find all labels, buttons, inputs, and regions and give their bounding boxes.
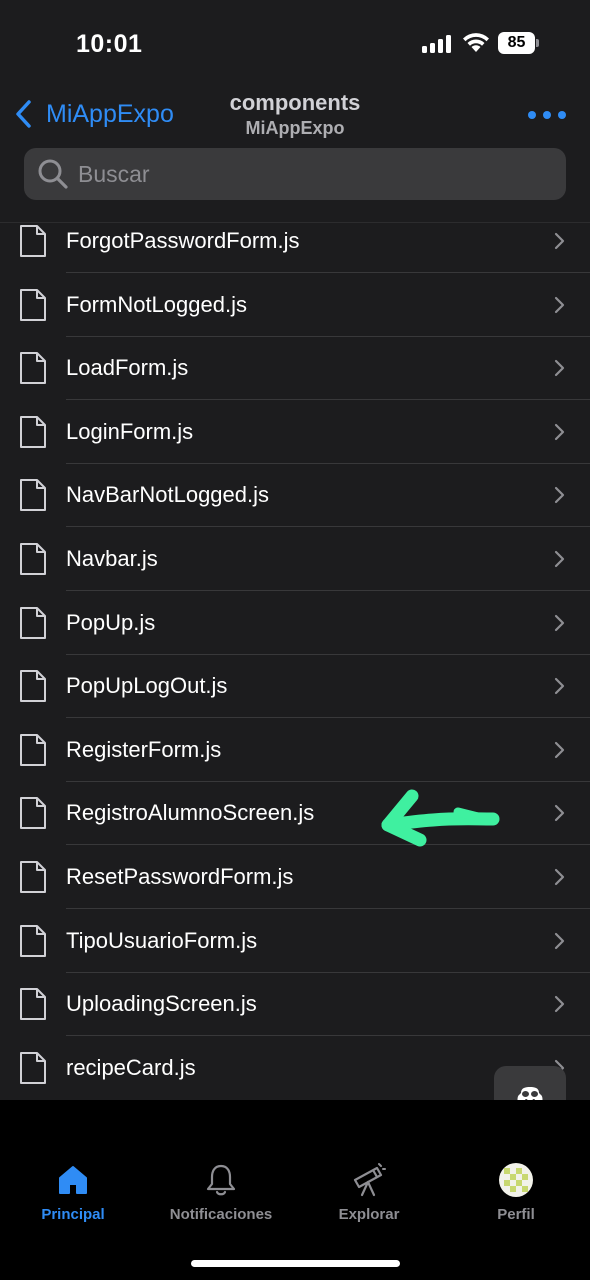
search-input[interactable]: [70, 148, 566, 200]
file-row[interactable]: TipoUsuarioForm.js: [0, 909, 590, 973]
home-icon: [59, 1166, 87, 1194]
file-name: Navbar.js: [66, 546, 158, 571]
file-row[interactable]: LoadForm.js: [0, 336, 590, 401]
cellular-signal-icon: [422, 35, 452, 53]
file-row[interactable]: UploadingScreen.js: [0, 972, 590, 1037]
status-bar: 10:01 85: [0, 0, 590, 88]
file-icon: [20, 606, 46, 639]
file-icon: [20, 924, 46, 957]
file-icon: [20, 797, 46, 830]
file-icon: [20, 352, 46, 385]
file-icon: [20, 1051, 46, 1084]
file-row[interactable]: PopUpLogOut.js: [0, 654, 590, 719]
avatar-icon: [499, 1163, 533, 1197]
tab-label: Explorar: [338, 1206, 400, 1223]
status-time: 10:01: [76, 30, 143, 58]
file-name: FormNotLogged.js: [66, 291, 247, 317]
chevron-right-icon: [554, 296, 565, 313]
chevron-right-icon: [554, 805, 565, 822]
file-icon: [20, 288, 46, 321]
file-name: LoadForm.js: [66, 355, 189, 381]
tab-label: Principal: [41, 1206, 105, 1223]
chevron-right-icon: [554, 550, 565, 568]
page-title: components: [229, 90, 361, 115]
chevron-right-icon: [554, 360, 565, 377]
chevron-right-icon: [554, 487, 565, 504]
battery-icon: 85: [498, 32, 539, 54]
bell-icon: [206, 1164, 236, 1196]
file-row[interactable]: FormNotLogged.js: [0, 273, 590, 337]
file-row[interactable]: PopUp.js: [0, 591, 590, 655]
annotation-arrow: [381, 789, 500, 847]
chevron-right-icon: [554, 868, 565, 886]
tab-principal[interactable]: Principal: [3, 1162, 143, 1232]
tab-label: Perfil: [497, 1206, 535, 1223]
search-icon: [38, 159, 68, 189]
tab-bar: Principal Notificaciones Explorar Perfil: [0, 1100, 590, 1280]
chevron-right-icon: [554, 996, 565, 1013]
file-row[interactable]: RegisterForm.js: [0, 718, 590, 782]
more-options-button[interactable]: [528, 108, 566, 122]
file-icon: [20, 988, 46, 1021]
file-icon: [20, 861, 46, 893]
file-row[interactable]: NavBarNotLogged.js: [0, 463, 590, 528]
file-name: PopUp.js: [66, 609, 156, 635]
file-name: RegisterForm.js: [66, 736, 222, 762]
file-name: UploadingScreen.js: [66, 991, 257, 1017]
tab-perfil[interactable]: Perfil: [446, 1162, 586, 1232]
file-row[interactable]: ResetPasswordForm.js: [0, 845, 590, 909]
file-name: recipeCard.js: [66, 1054, 196, 1080]
file-icon: [20, 733, 46, 766]
file-name: NavBarNotLogged.js: [66, 482, 270, 508]
battery-level: 85: [498, 32, 535, 54]
ellipsis-icon: [528, 111, 536, 119]
file-name: RegistroAlumnoScreen.js: [66, 800, 315, 826]
file-row[interactable]: LoginForm.js: [0, 400, 590, 464]
chevron-right-icon: [554, 614, 565, 631]
file-icon: [20, 479, 46, 512]
search-bar[interactable]: [24, 148, 566, 200]
file-name: ForgotPasswordForm.js: [66, 228, 300, 253]
file-icon: [20, 415, 46, 448]
telescope-icon: [353, 1163, 386, 1197]
file-row[interactable]: Navbar.js: [0, 527, 590, 591]
file-name: LoginForm.js: [66, 418, 194, 444]
file-icon: [20, 225, 46, 257]
chevron-right-icon: [554, 932, 565, 949]
chevron-right-icon: [554, 423, 565, 440]
chevron-right-icon: [554, 232, 565, 250]
file-name: PopUpLogOut.js: [66, 673, 228, 699]
wifi-icon: [463, 33, 489, 52]
file-name: TipoUsuarioForm.js: [66, 927, 258, 953]
page-subtitle: MiAppExpo: [245, 118, 345, 138]
tab-notificaciones[interactable]: Notificaciones: [151, 1162, 291, 1232]
file-list: ForgotPasswordForm.js FormNotLogged.js Loa…: [0, 222, 590, 1098]
file-row[interactable]: ForgotPasswordForm.js: [0, 223, 590, 273]
tab-label: Notificaciones: [169, 1206, 273, 1223]
home-indicator: [191, 1260, 400, 1267]
file-icon: [20, 543, 46, 575]
navigation-bar: MiAppExpo components MiAppExpo: [0, 88, 590, 146]
file-name: ResetPasswordForm.js: [66, 864, 294, 889]
chevron-right-icon: [554, 678, 565, 695]
file-icon: [20, 670, 46, 703]
tab-explorar[interactable]: Explorar: [299, 1162, 439, 1232]
chevron-right-icon: [554, 741, 565, 758]
